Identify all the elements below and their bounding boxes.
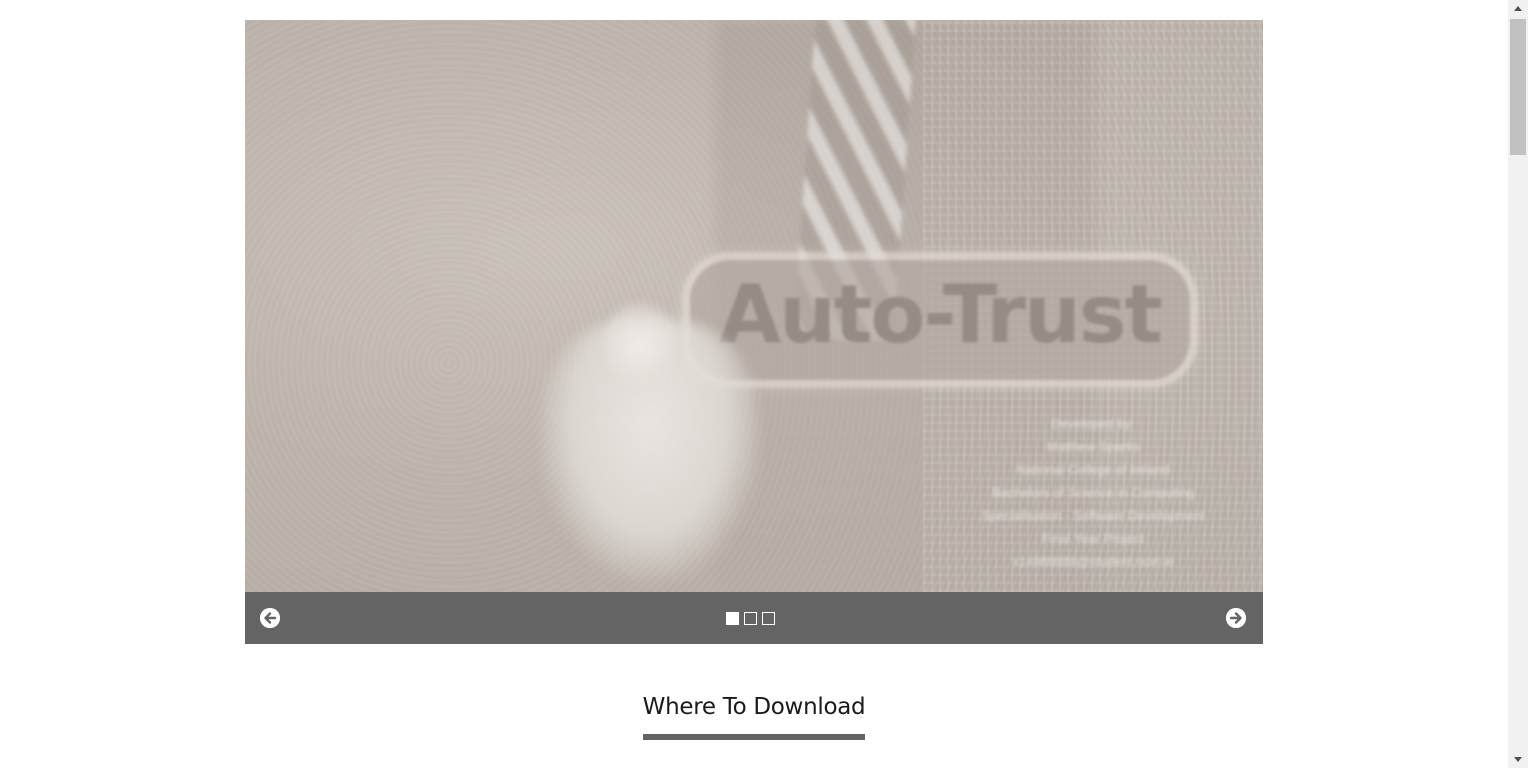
scroll-up-icon[interactable]	[1508, 0, 1528, 17]
page: Auto-Trust Developed by: Matthew Sparks …	[0, 0, 1508, 768]
credit-line: Matthew Sparks	[1046, 439, 1140, 454]
arrow-circle-left-icon[interactable]	[260, 608, 280, 628]
scroll-down-icon[interactable]	[1508, 751, 1528, 768]
credit-line: Specialisation - Software Development	[981, 508, 1205, 523]
slide-credits: Developed by: Matthew Sparks National Co…	[933, 412, 1253, 573]
credit-line: Final Year Project	[1042, 531, 1144, 546]
slideshow: Auto-Trust Developed by: Matthew Sparks …	[245, 20, 1263, 644]
slide-logo-text: Auto-Trust	[719, 268, 1163, 361]
vertical-scrollbar[interactable]	[1508, 0, 1528, 768]
download-section: Where To Download	[0, 694, 1508, 740]
credit-line: National College of Ireland	[1016, 462, 1170, 477]
slide-image: Auto-Trust Developed by: Matthew Sparks …	[245, 20, 1263, 592]
section-title: Where To Download	[642, 694, 866, 740]
slideshow-controls	[245, 592, 1263, 644]
credit-line: x14988888@student.ncirl.ie	[1012, 554, 1174, 569]
slide-finger	[605, 300, 675, 390]
arrow-circle-right-icon[interactable]	[1226, 608, 1246, 628]
slide-indicator-3[interactable]	[762, 612, 775, 625]
scrollbar-thumb[interactable]	[1510, 19, 1526, 155]
slide-indicator-1[interactable]	[726, 612, 739, 625]
slide-indicators	[726, 612, 775, 625]
slide-indicator-2[interactable]	[744, 612, 757, 625]
credit-line: Bachelors of Science in Computing	[991, 485, 1195, 500]
credit-line: Developed by:	[1051, 416, 1135, 431]
